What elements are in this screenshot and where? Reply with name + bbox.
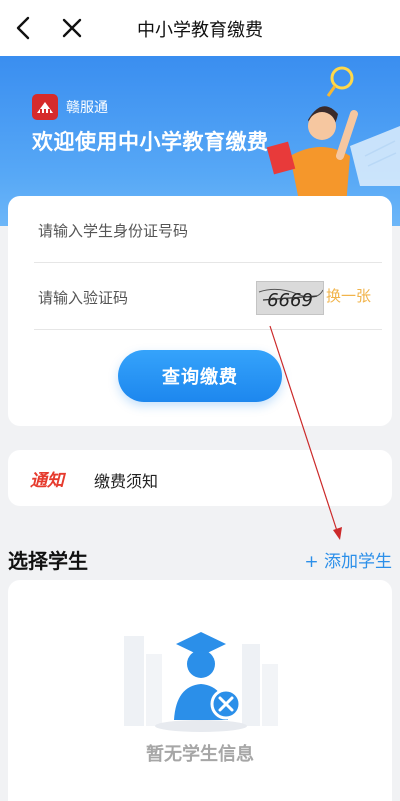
add-student-button[interactable]: + 添加学生 bbox=[304, 547, 392, 572]
notice-card[interactable]: 通知 缴费须知 bbox=[8, 450, 392, 506]
select-student-title: 选择学生 bbox=[8, 549, 88, 573]
captcha-placeholder: 请输入验证码 bbox=[38, 289, 129, 307]
top-navigation-bar: 中小学教育缴费 bbox=[0, 0, 400, 56]
brand-name: 赣服通 bbox=[66, 100, 108, 116]
query-payment-button[interactable]: 查询缴费 bbox=[118, 350, 282, 402]
brand-logo bbox=[32, 94, 58, 120]
refresh-captcha-link[interactable]: 换一张 bbox=[326, 285, 371, 306]
captcha-text: 6669 bbox=[267, 290, 313, 311]
brand: 赣服通 bbox=[32, 94, 108, 120]
captcha-image[interactable]: 6669 bbox=[256, 281, 324, 315]
captcha-field[interactable]: 请输入验证码 6669 换一张 bbox=[34, 263, 382, 330]
student-id-field[interactable]: 请输入学生身份证号码 bbox=[34, 196, 382, 263]
student-list-card: 暂无学生信息 bbox=[8, 580, 392, 801]
empty-student-message: 暂无学生信息 bbox=[146, 744, 254, 765]
query-form-card: 请输入学生身份证号码 请输入验证码 6669 换一张 查询缴费 bbox=[8, 196, 392, 426]
payment-notice-link[interactable]: 缴费须知 bbox=[94, 468, 158, 492]
notice-tag: 通知 bbox=[30, 471, 64, 491]
page-title: 中小学教育缴费 bbox=[137, 20, 263, 41]
no-student-icon bbox=[124, 632, 278, 732]
student-id-placeholder: 请输入学生身份证号码 bbox=[38, 222, 189, 240]
